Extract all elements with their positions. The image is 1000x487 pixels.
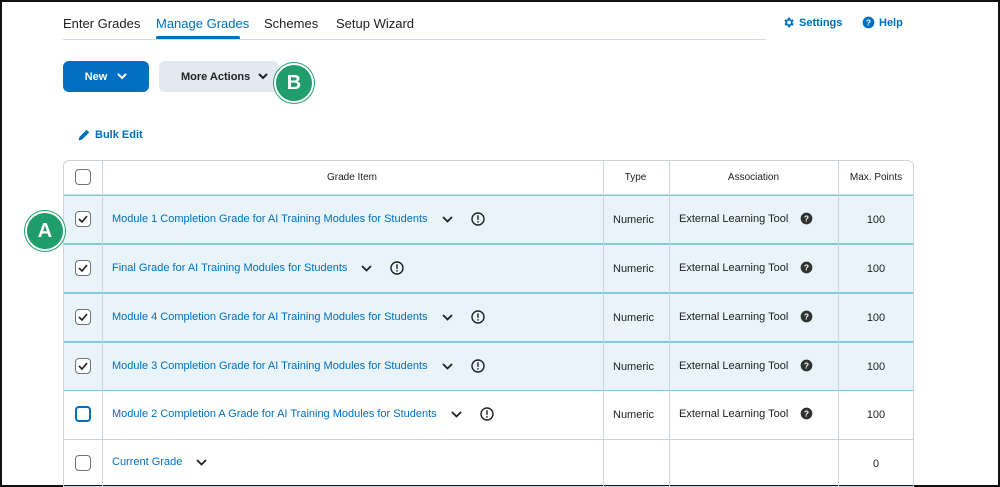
- help-circle-icon[interactable]: ?: [800, 359, 813, 372]
- max-points-cell: 100: [866, 361, 886, 373]
- table-row: Final Grade for AI Training Modules for …: [64, 244, 913, 293]
- chevron-down-icon: [258, 73, 268, 80]
- settings-link[interactable]: Settings: [782, 16, 842, 29]
- help-link[interactable]: ? Help: [862, 16, 903, 29]
- checkmark-icon: [78, 215, 88, 223]
- svg-text:?: ?: [804, 262, 809, 272]
- svg-text:?: ?: [804, 408, 809, 418]
- table-row: Module 4 Completion Grade for AI Trainin…: [64, 293, 913, 342]
- grade-items-table: Grade Item Type Association Max. Points …: [63, 160, 914, 487]
- row-checkbox[interactable]: [75, 211, 91, 227]
- chevron-down-icon[interactable]: [361, 264, 373, 272]
- row-checkbox[interactable]: [75, 309, 91, 325]
- bulk-edit-label: Bulk Edit: [95, 129, 143, 141]
- grade-item-link[interactable]: Module 2 Completion A Grade for AI Train…: [112, 408, 437, 420]
- max-points-cell: 100: [866, 263, 886, 275]
- header-max-points: Max. Points: [849, 172, 903, 183]
- row-checkbox[interactable]: [75, 406, 91, 422]
- callout-a: A: [25, 211, 65, 251]
- more-actions-label: More Actions: [181, 70, 251, 83]
- svg-text:?: ?: [866, 17, 871, 27]
- column-divider: [669, 161, 670, 486]
- column-divider: [838, 161, 839, 486]
- new-button-label: New: [84, 70, 108, 83]
- chevron-down-icon[interactable]: [441, 362, 453, 370]
- column-divider: [603, 161, 604, 486]
- type-cell: Numeric: [613, 409, 654, 421]
- svg-text:?: ?: [804, 360, 809, 370]
- gear-icon: [784, 17, 794, 28]
- type-cell: Numeric: [613, 312, 654, 324]
- new-button[interactable]: New: [63, 61, 149, 92]
- settings-label: Settings: [799, 16, 843, 29]
- help-circle-icon: ?: [862, 16, 875, 29]
- header-grade-item: Grade Item: [326, 172, 378, 183]
- grade-item-link[interactable]: Current Grade: [112, 456, 182, 468]
- grade-item-link[interactable]: Module 1 Completion Grade for AI Trainin…: [112, 213, 428, 225]
- max-points-cell: 100: [866, 409, 886, 421]
- column-divider: [102, 161, 103, 486]
- pencil-icon: [78, 129, 90, 141]
- callout-b: B: [274, 63, 314, 103]
- tab-enter-grades[interactable]: Enter Grades: [63, 16, 140, 31]
- chevron-down-icon[interactable]: [451, 410, 462, 418]
- checkmark-icon: [78, 264, 88, 272]
- tab-manage-grades[interactable]: Manage Grades: [156, 16, 249, 31]
- max-points-cell: 0: [872, 458, 880, 470]
- alert-icon[interactable]: [479, 407, 494, 421]
- tab-schemes[interactable]: Schemes: [264, 16, 318, 31]
- alert-icon[interactable]: [470, 359, 485, 373]
- association-cell: External Learning Tool: [679, 261, 789, 274]
- max-points-cell: 100: [866, 312, 886, 324]
- tab-bar: Enter Grades Manage Grades Schemes Setup…: [63, 10, 766, 40]
- type-cell: Numeric: [613, 214, 654, 226]
- select-all-checkbox[interactable]: [75, 169, 91, 185]
- header-association: Association: [727, 172, 780, 183]
- chevron-down-icon[interactable]: [441, 215, 453, 223]
- alert-icon[interactable]: [390, 261, 405, 275]
- svg-text:?: ?: [804, 213, 809, 223]
- association-cell: External Learning Tool: [679, 407, 789, 420]
- association-cell: External Learning Tool: [679, 212, 789, 225]
- header-type: Type: [624, 172, 647, 183]
- type-cell: Numeric: [613, 263, 654, 275]
- help-circle-icon[interactable]: ?: [800, 407, 813, 420]
- chevron-down-icon: [117, 73, 128, 80]
- chevron-down-icon[interactable]: [196, 458, 207, 466]
- checkmark-icon: [78, 313, 88, 321]
- grade-item-link[interactable]: Final Grade for AI Training Modules for …: [112, 262, 347, 274]
- tab-setup-wizard[interactable]: Setup Wizard: [336, 16, 414, 31]
- bulk-edit-button[interactable]: Bulk Edit: [77, 128, 143, 142]
- max-points-cell: 100: [866, 214, 886, 226]
- table-row: Module 1 Completion Grade for AI Trainin…: [64, 195, 913, 244]
- checkmark-icon: [78, 362, 88, 370]
- association-cell: External Learning Tool: [679, 359, 789, 372]
- more-actions-button[interactable]: More Actions: [159, 61, 279, 92]
- help-circle-icon[interactable]: ?: [800, 212, 813, 225]
- grade-item-link[interactable]: Module 3 Completion Grade for AI Trainin…: [112, 360, 428, 372]
- grade-item-link[interactable]: Module 4 Completion Grade for AI Trainin…: [112, 311, 428, 323]
- svg-text:?: ?: [804, 311, 809, 321]
- row-checkbox[interactable]: [75, 358, 91, 374]
- active-tab-indicator: [156, 36, 240, 39]
- table-row: Current Grade 0: [64, 440, 913, 486]
- help-circle-icon[interactable]: ?: [800, 261, 813, 274]
- row-checkbox[interactable]: [75, 455, 91, 471]
- table-header: Grade Item Type Association Max. Points: [64, 161, 913, 195]
- help-label: Help: [879, 16, 903, 29]
- alert-icon[interactable]: [470, 310, 485, 324]
- alert-icon[interactable]: [470, 212, 485, 226]
- row-checkbox[interactable]: [75, 260, 91, 276]
- chevron-down-icon[interactable]: [441, 313, 453, 321]
- table-row: Module 2 Completion A Grade for AI Train…: [64, 391, 913, 440]
- type-cell: Numeric: [613, 361, 654, 373]
- table-row: Module 3 Completion Grade for AI Trainin…: [64, 342, 913, 391]
- association-cell: External Learning Tool: [679, 310, 789, 323]
- help-circle-icon[interactable]: ?: [800, 310, 813, 323]
